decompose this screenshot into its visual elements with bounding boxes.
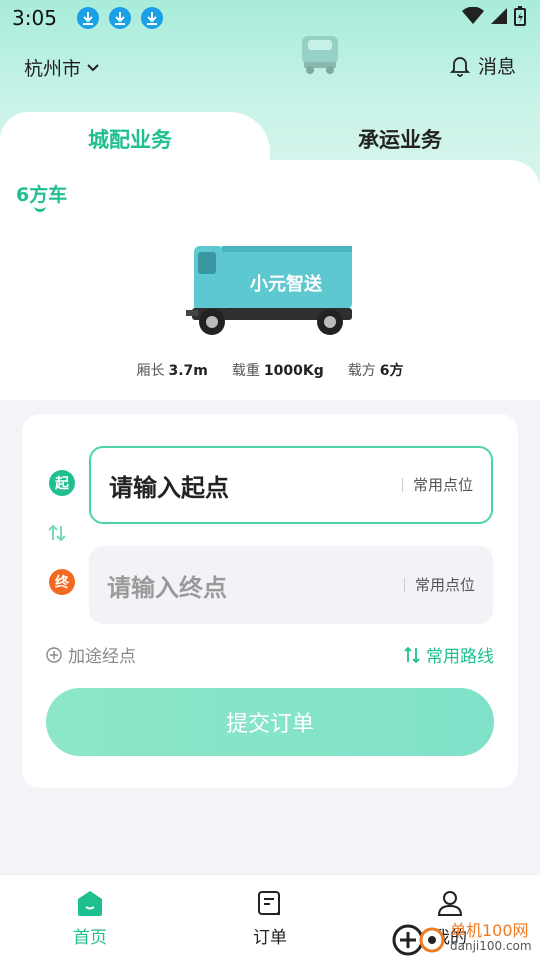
vehicle-specs: 厢长 3.7m 载重 1000Kg 载方 6方 [0,360,540,380]
spec-length: 厢长 3.7m [136,363,208,379]
delivery-robot-icon [302,36,338,74]
app-header: 杭州市 消息 [0,44,540,94]
start-point-placeholder: 请输入起点 [109,473,229,502]
messages-label: 消息 [477,56,516,78]
add-waypoint-button[interactable]: 加途经点 [46,642,136,667]
download-icon [140,7,163,29]
status-bar: 3:05 [0,0,540,36]
bell-icon [449,56,470,77]
home-icon [78,891,102,916]
add-waypoint-label: 加途经点 [68,647,136,667]
chevron-down-icon [87,63,99,71]
start-badge: 起 [49,470,75,496]
user-icon [437,891,463,916]
end-badge: 终 [49,569,75,595]
submit-order-button[interactable]: 提交订单 [46,688,494,756]
city-selector[interactable]: 杭州市 [24,54,99,81]
signal-icon [491,8,507,24]
plus-circle-icon [46,646,62,663]
business-tabs: 城配业务 承运业务 [0,108,540,172]
nav-home[interactable]: 首页 [50,889,130,948]
messages-button[interactable]: 消息 [449,52,516,79]
route-icon [404,646,420,663]
end-point-placeholder: 请输入终点 [107,573,227,602]
tab-city-delivery[interactable]: 城配业务 [88,124,172,154]
swap-icon[interactable] [46,522,68,544]
city-label: 杭州市 [24,58,82,80]
end-common-points-button[interactable]: 常用点位 [403,578,475,593]
start-point-input[interactable]: 请输入起点 常用点位 [89,446,493,524]
watermark-logo-icon [392,924,445,956]
truck-brand-text: 小元智送 [250,273,323,295]
nav-orders-label: 订单 [253,928,287,948]
status-time: 3:05 [12,6,57,30]
truck-image: 小元智送 [186,246,352,335]
nav-orders[interactable]: 订单 [230,889,310,948]
wifi-icon [462,7,484,24]
download-icon [76,7,99,29]
battery-icon [514,6,526,26]
nav-home-label: 首页 [73,928,107,948]
download-icon [108,7,131,29]
common-routes-label: 常用路线 [426,647,494,667]
watermark-url: danji100.com [450,939,532,953]
watermark-title: 单机100网 [450,921,529,940]
spec-volume: 载方 6方 [347,363,404,379]
orders-icon [258,891,280,915]
watermark: 单机100网 danji100.com [392,916,540,960]
tab-carrier[interactable]: 承运业务 [358,124,442,154]
start-common-points-button[interactable]: 常用点位 [401,478,473,493]
vehicle-type-tab[interactable]: 6方车 [16,180,67,207]
common-routes-button[interactable]: 常用路线 [404,642,494,667]
spec-load: 载重 1000Kg [231,363,324,379]
end-point-input[interactable]: 请输入终点 常用点位 [89,546,493,624]
